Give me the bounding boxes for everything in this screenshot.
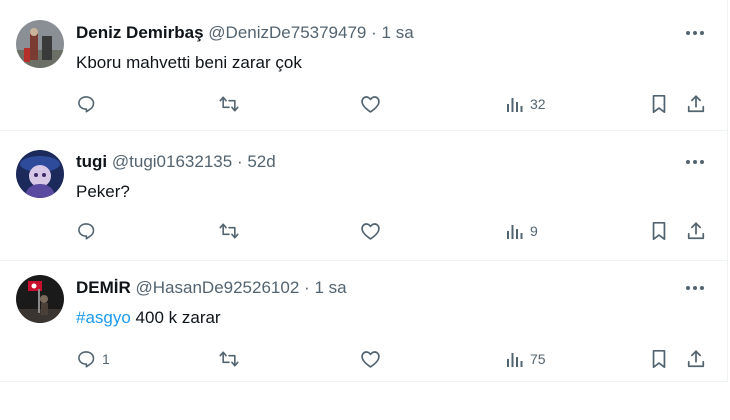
tweet-text: #asgyo 400 k zarar <box>76 307 221 329</box>
timestamp[interactable]: 1 sa <box>314 278 346 297</box>
author-handle[interactable]: @DenizDe75379479 <box>208 23 366 42</box>
bookmark-icon <box>650 94 668 114</box>
retweet-button[interactable] <box>218 219 240 243</box>
views-count: 32 <box>530 96 546 112</box>
share-icon <box>686 94 706 114</box>
tweet-text: Kboru mahvetti beni zarar çok <box>76 52 302 74</box>
tweet[interactable]: DEMİR @HasanDe92526102 · 1 sa #asgyo 400… <box>0 261 728 382</box>
views-icon <box>506 222 524 240</box>
tweet-body: Peker? <box>76 182 130 201</box>
separator-dot: · <box>371 23 377 42</box>
reply-count: 1 <box>102 351 110 367</box>
tweet-body: Kboru mahvetti beni zarar çok <box>76 53 302 72</box>
share-button[interactable] <box>686 219 706 243</box>
heart-icon <box>360 221 381 241</box>
views-icon <box>506 350 524 368</box>
tweet-header: Deniz Demirbaş @DenizDe75379479 · 1 sa <box>76 22 414 44</box>
avatar[interactable] <box>16 275 64 323</box>
timeline-feed: Deniz Demirbaş @DenizDe75379479 · 1 sa K… <box>0 0 728 382</box>
hashtag-link[interactable]: #asgyo <box>76 308 131 327</box>
views-button[interactable]: 32 <box>506 92 546 116</box>
bookmark-icon <box>650 221 668 241</box>
tweet-actions: 1 75 <box>76 347 712 371</box>
avatar[interactable] <box>16 20 64 68</box>
heart-icon <box>360 349 381 369</box>
views-icon <box>506 95 524 113</box>
more-icon[interactable] <box>684 22 706 44</box>
tweet-header: tugi @tugi01632135 · 52d <box>76 151 276 173</box>
author-name[interactable]: Deniz Demirbaş <box>76 23 204 42</box>
tweet-header: DEMİR @HasanDe92526102 · 1 sa <box>76 277 347 299</box>
author-name[interactable]: tugi <box>76 152 107 171</box>
tweet-actions: 9 <box>76 219 712 243</box>
reply-button[interactable]: 1 <box>76 347 110 371</box>
more-icon[interactable] <box>684 277 706 299</box>
tweet-actions: 32 <box>76 92 712 116</box>
bookmark-button[interactable] <box>650 92 668 116</box>
tweet-body: 400 k zarar <box>130 308 221 327</box>
bookmark-button[interactable] <box>650 219 668 243</box>
reply-icon <box>76 221 96 241</box>
views-button[interactable]: 9 <box>506 219 538 243</box>
reply-button[interactable] <box>76 92 102 116</box>
heart-icon <box>360 94 381 114</box>
author-handle[interactable]: @HasanDe92526102 <box>136 278 300 297</box>
bookmark-icon <box>650 349 668 369</box>
tweet[interactable]: tugi @tugi01632135 · 52d Peker? 9 <box>0 131 728 261</box>
retweet-button[interactable] <box>218 347 240 371</box>
views-count: 75 <box>530 351 546 367</box>
author-name[interactable]: DEMİR <box>76 278 131 297</box>
share-button[interactable] <box>686 92 706 116</box>
views-button[interactable]: 75 <box>506 347 546 371</box>
more-icon[interactable] <box>684 151 706 173</box>
avatar[interactable] <box>16 150 64 198</box>
like-button[interactable] <box>360 92 381 116</box>
timestamp[interactable]: 1 sa <box>382 23 414 42</box>
separator-dot: · <box>304 278 310 297</box>
timestamp[interactable]: 52d <box>247 152 275 171</box>
tweet-text: Peker? <box>76 181 130 203</box>
share-button[interactable] <box>686 347 706 371</box>
retweet-icon <box>218 349 240 369</box>
retweet-button[interactable] <box>218 92 240 116</box>
views-count: 9 <box>530 223 538 239</box>
share-icon <box>686 349 706 369</box>
separator-dot: · <box>236 152 243 171</box>
retweet-icon <box>218 221 240 241</box>
reply-button[interactable] <box>76 219 102 243</box>
bookmark-button[interactable] <box>650 347 668 371</box>
share-icon <box>686 221 706 241</box>
like-button[interactable] <box>360 219 381 243</box>
tweet[interactable]: Deniz Demirbaş @DenizDe75379479 · 1 sa K… <box>0 0 728 131</box>
retweet-icon <box>218 94 240 114</box>
reply-icon <box>76 349 96 369</box>
author-handle[interactable]: @tugi01632135 <box>112 152 232 171</box>
like-button[interactable] <box>360 347 381 371</box>
reply-icon <box>76 94 96 114</box>
